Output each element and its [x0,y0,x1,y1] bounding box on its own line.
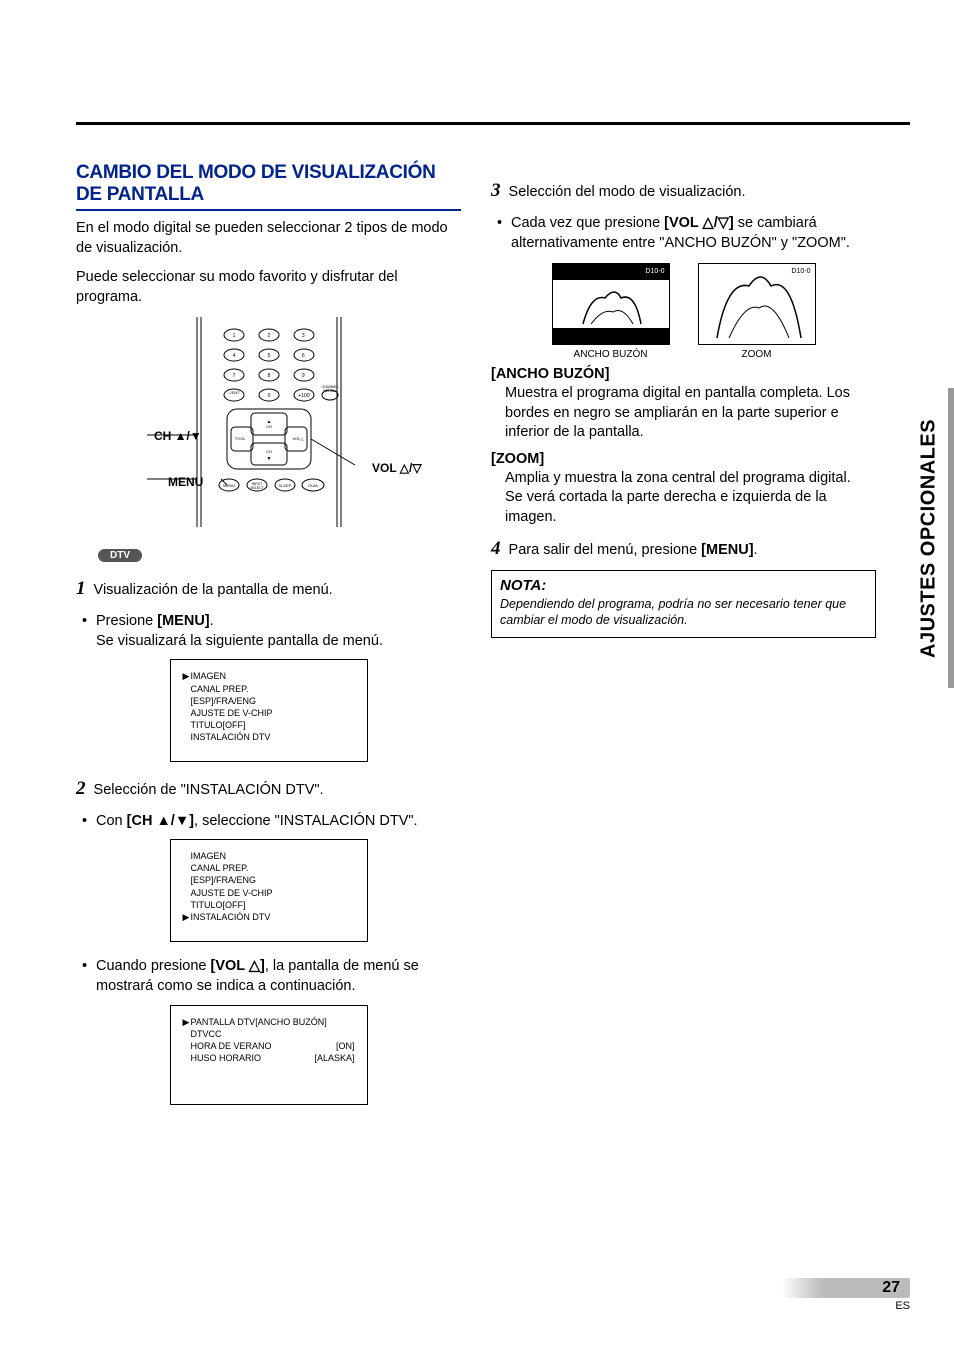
svg-text:▽VOL: ▽VOL [234,436,246,441]
step-1-bullet: Presione [MENU]. Se visualizará la sigui… [76,611,461,652]
page: AJUSTES OPCIONALES CAMBIO DEL MODO DE VI… [0,0,954,1348]
step-2-bullet-2: Cuando presione [VOL △], la pantalla de … [76,956,461,997]
note-box: NOTA: Dependiendo del programa, podría n… [491,570,876,638]
s1b-next: Se visualizará la siguiente pantalla de … [96,633,383,649]
menu-screen-1: ▶IMAGENCANAL PREP.[ESP]/FRA/ENGAJUSTE DE… [170,659,368,762]
remote-diagram: CH ▲/▼ MENU VOL △/▽ 123 456 [76,317,461,537]
intro-para-1: En el modo digital se pueden seleccionar… [76,219,461,258]
tv-zoom: D10-0 ZOOM [698,263,816,360]
s1b-post: . [210,613,214,629]
note-title: NOTA: [500,577,867,594]
section-heading: CAMBIO DEL MODO DE VISUALIZACIÓN DE PANT… [76,160,461,211]
zoom-heading: [ZOOM] [491,451,876,467]
svg-text:▼: ▼ [266,456,271,462]
svg-text:SLEEP: SLEEP [278,483,291,488]
step-2: 2 Selección de "INSTALACIÓN DTV". [76,776,461,803]
callout-menu: MENU [168,475,203,489]
tv-ancho-ch: D10-0 [645,268,664,275]
step-num-4: 4 [491,538,501,559]
s2b2-pre: Cuando presione [96,958,210,974]
s4-pre: Para salir del menú, presione [509,542,702,558]
svg-text:GUÍA: GUÍA [308,483,318,488]
s1b-bold: [MENU] [157,613,209,629]
step-1: 1 Visualización de la pantalla de menú. [76,576,461,603]
svg-text:SELECT: SELECT [250,486,264,490]
svg-text:CH: CH [266,449,272,454]
s3b-pre: Cada vez que presione [511,215,664,231]
svg-text:VOL△: VOL△ [292,436,304,441]
step-3-bullet: Cada vez que presione [VOL △/▽] se cambi… [491,213,876,254]
page-lang: ES [822,1300,910,1312]
callout-ch: CH ▲/▼ [154,429,202,443]
step-3: 3 Selección del modo de visualización. [491,178,876,205]
remote-svg: 123 456 789 0+100 –/ENT CHANNEL RECALL [139,317,399,527]
step-num-1: 1 [76,578,86,599]
tv-zoom-caption: ZOOM [698,349,816,360]
menu-screen-3: ▶PANTALLA DTV[ANCHO BUZÓN]DTVCCHORA DE V… [170,1005,368,1106]
flower-icon [563,284,661,328]
left-column: CAMBIO DEL MODO DE VISUALIZACIÓN DE PANT… [76,160,461,1119]
s4-post: . [754,542,758,558]
svg-text:–/ENT: –/ENT [228,390,240,395]
zoom-l2: Se verá cortada la parte derecha e izqui… [505,489,827,525]
right-column: 3 Selección del modo de visualización. C… [491,160,876,1119]
s3b-bold: [VOL △/▽] [664,215,734,231]
s2b-bold: [CH ▲/▼] [127,813,194,829]
svg-text:RECALL: RECALL [323,389,337,393]
page-footer: 27 ES [822,1278,910,1312]
tv-examples: D10-0 ANCHO BUZÓN D10-0 [491,263,876,360]
step-3-text: Selección del modo de visualización. [509,184,746,200]
callout-vol: VOL △/▽ [372,461,422,475]
svg-text:MENU: MENU [223,483,235,488]
s2b-post: , seleccione "INSTALACIÓN DTV". [194,813,418,829]
page-number: 27 [822,1278,910,1298]
menu-screen-2: IMAGENCANAL PREP.[ESP]/FRA/ENGAJUSTE DE … [170,839,368,942]
s2b2-bold: [VOL △] [210,958,264,974]
note-body: Dependiendo del programa, podría no ser … [500,596,867,629]
flower-icon [709,268,807,342]
tv-ancho-caption: ANCHO BUZÓN [552,349,670,360]
step-4: 4 Para salir del menú, presione [MENU]. [491,536,876,563]
dtv-pill: DTV [98,549,142,562]
tv-ancho: D10-0 ANCHO BUZÓN [552,263,670,360]
s4-bold: [MENU] [701,542,753,558]
two-columns: CAMBIO DEL MODO DE VISUALIZACIÓN DE PANT… [76,160,876,1119]
side-tab: AJUSTES OPCIONALES [910,388,954,688]
ancho-heading: [ANCHO BUZÓN] [491,366,876,382]
top-rule [76,122,910,125]
step-1-text: Visualización de la pantalla de menú. [94,582,333,598]
s1b-pre: Presione [96,613,157,629]
step-num-3: 3 [491,180,501,201]
s2b-pre: Con [96,813,127,829]
svg-text:CH: CH [266,424,272,429]
zoom-body: Amplia y muestra la zona central del pro… [505,469,876,528]
step-2-bullet-1: Con [CH ▲/▼], seleccione "INSTALACIÓN DT… [76,811,461,831]
intro-para-2: Puede seleccionar su modo favorito y dis… [76,268,461,307]
step-num-2: 2 [76,778,86,799]
zoom-l1: Amplia y muestra la zona central del pro… [505,470,851,486]
ancho-body: Muestra el programa digital en pantalla … [505,384,876,443]
step-2-text: Selección de "INSTALACIÓN DTV". [94,782,324,798]
